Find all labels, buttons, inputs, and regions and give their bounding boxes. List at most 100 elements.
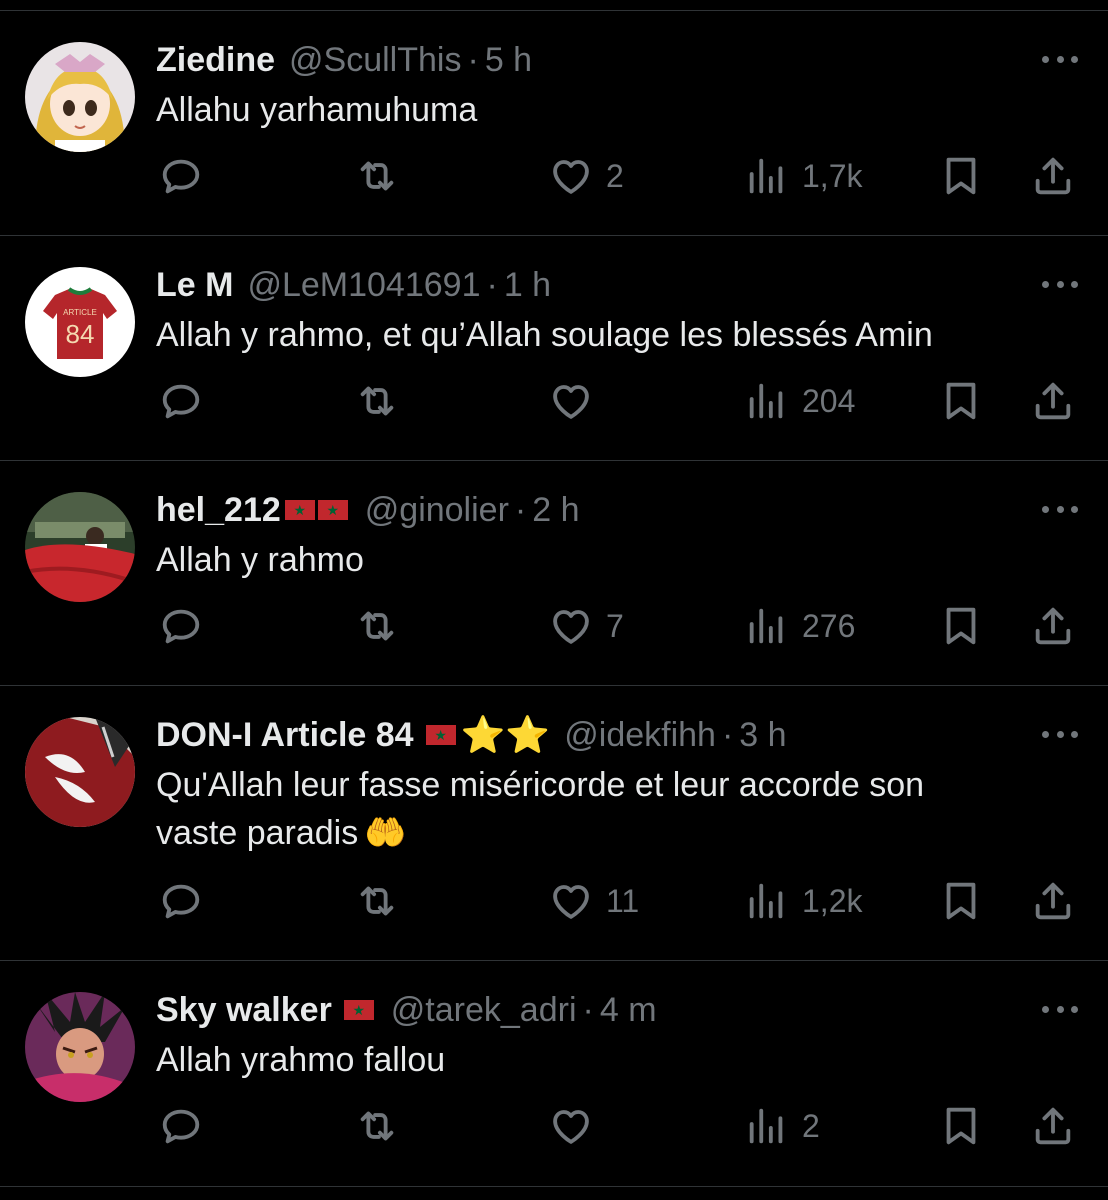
divider <box>0 235 1108 236</box>
share-icon <box>1030 878 1076 924</box>
bookmark-button[interactable] <box>938 871 984 931</box>
bookmark-button[interactable] <box>938 1096 984 1156</box>
reply-icon <box>158 153 204 199</box>
bookmark-button[interactable] <box>938 596 984 656</box>
bookmark-button[interactable] <box>938 146 984 206</box>
analytics-icon <box>744 603 790 649</box>
tweet-3[interactable]: hel_212 @ginolier · 2 h Allah y rahmo 7 … <box>0 490 1108 685</box>
author-name[interactable]: Ziedine <box>156 40 275 80</box>
bookmark-icon <box>938 1103 984 1149</box>
jersey-number: 84 <box>66 319 95 349</box>
flags <box>418 724 459 746</box>
author-handle[interactable]: @ginolier <box>365 490 509 530</box>
retweet-icon <box>354 378 400 424</box>
author-handle[interactable]: @ScullThis <box>289 40 461 80</box>
share-icon <box>1030 378 1076 424</box>
tweet-header: hel_212 @ginolier · 2 h <box>156 490 580 530</box>
avatar[interactable]: ARTICLE 84 <box>25 267 135 377</box>
star-emoji-icons: ⭐⭐ <box>460 714 551 755</box>
reply-button[interactable] <box>158 146 204 206</box>
action-bar: 11 1,2k <box>0 871 1108 931</box>
share-button[interactable] <box>1030 871 1076 931</box>
divider <box>0 1186 1108 1187</box>
bookmark-icon <box>938 603 984 649</box>
timestamp[interactable]: 3 h <box>739 715 786 755</box>
timestamp[interactable]: 5 h <box>485 40 532 80</box>
avatar[interactable] <box>25 717 135 827</box>
timestamp[interactable]: 4 m <box>600 990 657 1030</box>
views-button[interactable]: 2 <box>744 1096 820 1156</box>
author-name[interactable]: Le M <box>156 265 233 305</box>
flags <box>336 999 377 1021</box>
more-options-icon[interactable] <box>1042 719 1078 749</box>
retweet-button[interactable] <box>354 871 400 931</box>
share-button[interactable] <box>1030 1096 1076 1156</box>
author-name[interactable]: DON-I Article 84 <box>156 715 414 755</box>
analytics-icon <box>744 1103 790 1149</box>
red-jersey-avatar-icon <box>25 717 135 827</box>
morocco-flag-icon <box>425 724 456 746</box>
morocco-flag-icon <box>343 999 374 1021</box>
share-icon <box>1030 153 1076 199</box>
more-options-icon[interactable] <box>1042 994 1078 1024</box>
separator: · <box>486 266 498 304</box>
retweet-icon <box>354 153 400 199</box>
avatar[interactable] <box>25 42 135 152</box>
morocco-flag-icon <box>284 499 315 521</box>
retweet-button[interactable] <box>354 146 400 206</box>
anime-girl-avatar-icon <box>25 42 135 152</box>
share-button[interactable] <box>1030 371 1076 431</box>
divider <box>0 685 1108 686</box>
bookmark-button[interactable] <box>938 371 984 431</box>
author-name[interactable]: hel_212 <box>156 490 281 530</box>
like-count: 11 <box>606 882 640 919</box>
view-count: 2 <box>802 1107 820 1144</box>
timestamp[interactable]: 2 h <box>532 490 579 530</box>
reply-icon <box>158 603 204 649</box>
tweet-4[interactable]: DON-I Article 84 ⭐⭐ @idekfihh · 3 h Qu'A… <box>0 715 1108 960</box>
tweet-text: Allah yrahmo fallou <box>156 1041 446 1079</box>
tweet-text: Allah y rahmo <box>156 541 364 579</box>
retweet-button[interactable] <box>354 596 400 656</box>
views-button[interactable]: 1,2k <box>744 871 862 931</box>
tweet-2[interactable]: ARTICLE 84 Le M @LeM1041691 · 1 h Allah … <box>0 265 1108 460</box>
retweet-button[interactable] <box>354 1096 400 1156</box>
reply-button[interactable] <box>158 371 204 431</box>
author-handle[interactable]: @idekfihh <box>564 715 716 755</box>
analytics-icon <box>744 153 790 199</box>
tweet-header: Ziedine @ScullThis · 5 h <box>156 40 532 80</box>
view-count: 276 <box>802 607 856 644</box>
heart-icon <box>548 878 594 924</box>
author-handle[interactable]: @tarek_adri <box>391 990 577 1030</box>
tweet-header: DON-I Article 84 ⭐⭐ @idekfihh · 3 h <box>156 715 787 755</box>
palms-up-emoji-icon: 🤲 <box>364 814 407 852</box>
author-name[interactable]: Sky walker <box>156 990 332 1030</box>
share-button[interactable] <box>1030 596 1076 656</box>
separator: · <box>582 991 594 1029</box>
tweet-5[interactable]: Sky walker @tarek_adri · 4 m Allah yrahm… <box>0 990 1108 1190</box>
views-button[interactable]: 1,7k <box>744 146 862 206</box>
reply-button[interactable] <box>158 1096 204 1156</box>
tweet-header: Sky walker @tarek_adri · 4 m <box>156 990 657 1030</box>
like-button[interactable] <box>548 1096 606 1156</box>
avatar[interactable] <box>25 992 135 1102</box>
author-handle[interactable]: @LeM1041691 <box>247 265 480 305</box>
more-options-icon[interactable] <box>1042 44 1078 74</box>
more-options-icon[interactable] <box>1042 494 1078 524</box>
like-button[interactable]: 2 <box>548 146 624 206</box>
like-button[interactable]: 11 <box>548 871 639 931</box>
reply-button[interactable] <box>158 596 204 656</box>
tweet-1[interactable]: Ziedine @ScullThis · 5 h Allahu yarhamuh… <box>0 40 1108 235</box>
more-options-icon[interactable] <box>1042 269 1078 299</box>
reply-icon <box>158 1103 204 1149</box>
reply-icon <box>158 878 204 924</box>
views-button[interactable]: 276 <box>744 596 855 656</box>
retweet-button[interactable] <box>354 371 400 431</box>
like-button[interactable] <box>548 371 606 431</box>
views-button[interactable]: 204 <box>744 371 855 431</box>
share-button[interactable] <box>1030 146 1076 206</box>
timestamp[interactable]: 1 h <box>504 265 551 305</box>
reply-button[interactable] <box>158 871 204 931</box>
avatar[interactable] <box>25 492 135 602</box>
like-button[interactable]: 7 <box>548 596 624 656</box>
